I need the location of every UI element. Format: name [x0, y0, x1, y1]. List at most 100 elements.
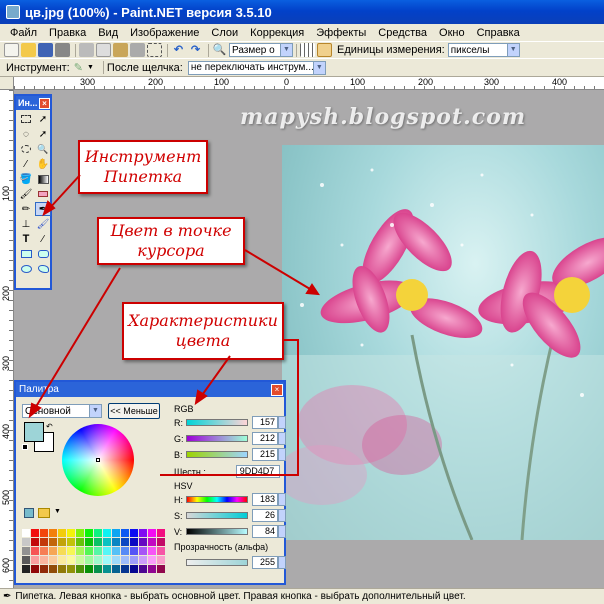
undo-icon[interactable]: ↶ — [171, 43, 186, 57]
deselect-icon[interactable] — [147, 43, 162, 57]
color-swatch[interactable] — [94, 556, 102, 564]
color-swatch[interactable] — [22, 538, 30, 546]
ellipse-icon[interactable] — [18, 262, 34, 276]
color-swatch[interactable] — [121, 538, 129, 546]
color-swatch[interactable] — [94, 547, 102, 555]
b-input[interactable]: 215 — [252, 448, 278, 461]
color-swatch[interactable] — [31, 565, 39, 573]
menu-file[interactable]: Файл — [4, 27, 43, 39]
color-swatch[interactable] — [58, 538, 66, 546]
r-input[interactable]: 157 — [252, 416, 278, 429]
color-swatch[interactable] — [121, 556, 129, 564]
eraser-icon[interactable] — [35, 187, 51, 201]
color-swatch[interactable] — [148, 556, 156, 564]
close-icon[interactable]: × — [39, 97, 50, 109]
menu-window[interactable]: Окно — [433, 27, 471, 39]
color-swatch[interactable] — [58, 565, 66, 573]
color-swatch[interactable] — [112, 556, 120, 564]
color-wheel-cursor[interactable] — [96, 458, 100, 462]
rulers-icon[interactable] — [317, 43, 332, 57]
zoom-icon[interactable]: 🔍 — [212, 43, 227, 57]
color-swatch[interactable] — [121, 565, 129, 573]
alpha-slider[interactable] — [186, 559, 248, 566]
color-swatch[interactable] — [85, 529, 93, 537]
color-swatch[interactable] — [40, 547, 48, 555]
crop-icon[interactable] — [130, 43, 145, 57]
menu-view[interactable]: Вид — [92, 27, 124, 39]
ellipse-select-icon[interactable] — [18, 142, 34, 156]
color-swatch[interactable] — [58, 529, 66, 537]
cut-icon[interactable] — [79, 43, 94, 57]
clone-stamp-icon[interactable]: ⊥ — [18, 217, 34, 231]
color-swatch[interactable] — [31, 529, 39, 537]
freeform-shape-icon[interactable] — [35, 262, 51, 276]
color-swatch[interactable] — [148, 547, 156, 555]
paint-bucket-icon[interactable]: 🪣 — [18, 172, 34, 186]
v-slider[interactable] — [186, 528, 248, 535]
g-slider[interactable] — [186, 435, 248, 442]
alpha-spinner[interactable] — [278, 556, 286, 569]
chevron-down-icon[interactable]: ▼ — [312, 61, 325, 74]
color-swatch[interactable] — [49, 556, 57, 564]
color-swatch[interactable] — [94, 565, 102, 573]
color-swatch[interactable] — [139, 556, 147, 564]
color-swatch[interactable] — [22, 556, 30, 564]
palette-menu-icon[interactable] — [38, 508, 50, 518]
color-swatch[interactable] — [49, 565, 57, 573]
new-icon[interactable] — [4, 43, 19, 57]
color-swatch[interactable] — [76, 538, 84, 546]
color-swatch-grid[interactable] — [22, 529, 165, 573]
paintbrush-icon[interactable]: 🖌 — [18, 187, 34, 201]
tools-window-titlebar[interactable]: Ин... × — [16, 96, 50, 110]
color-swatch[interactable] — [103, 547, 111, 555]
chevron-down-icon[interactable]: ▼ — [87, 64, 94, 71]
color-picker-icon[interactable]: ✒ — [35, 202, 51, 216]
color-swatch[interactable] — [85, 556, 93, 564]
color-swatch[interactable] — [103, 529, 111, 537]
chevron-down-icon[interactable]: ▼ — [280, 44, 292, 56]
move-selection-icon[interactable]: ➚ — [35, 112, 51, 126]
color-swatch[interactable] — [157, 529, 165, 537]
color-swatch[interactable] — [31, 547, 39, 555]
chevron-down-icon[interactable]: ▼ — [89, 405, 101, 417]
color-swatch[interactable] — [103, 565, 111, 573]
units-combo[interactable]: пикселы ▼ — [447, 43, 520, 57]
menu-adjustments[interactable]: Коррекция — [244, 27, 310, 39]
after-click-combo[interactable]: не переключать инструм... ▼ — [187, 60, 326, 75]
hex-input[interactable]: 9DD4D7 — [236, 465, 280, 478]
color-swatch[interactable] — [130, 529, 138, 537]
menu-utilities[interactable]: Средства — [372, 27, 433, 39]
paste-icon[interactable] — [113, 43, 128, 57]
alpha-input[interactable]: 255 — [252, 556, 278, 569]
s-input[interactable]: 26 — [252, 509, 278, 522]
grid-icon[interactable] — [300, 43, 315, 57]
color-swatch[interactable] — [130, 556, 138, 564]
swap-colors-icon[interactable]: ↶ — [46, 422, 53, 431]
color-swatch[interactable] — [121, 529, 129, 537]
add-to-palette-icon[interactable] — [24, 508, 34, 518]
color-swatch[interactable] — [94, 529, 102, 537]
h-input[interactable]: 183 — [252, 493, 278, 506]
color-swatch[interactable] — [157, 565, 165, 573]
r-spinner[interactable] — [278, 416, 286, 429]
magic-wand-icon[interactable]: ⁄ — [18, 157, 34, 171]
rectangle-select-icon[interactable] — [18, 112, 34, 126]
color-swatch[interactable] — [67, 565, 75, 573]
color-swatch[interactable] — [121, 547, 129, 555]
color-swatch[interactable] — [22, 565, 30, 573]
color-swatch[interactable] — [130, 538, 138, 546]
color-swatch[interactable] — [94, 538, 102, 546]
color-swatch[interactable] — [148, 538, 156, 546]
menu-layers[interactable]: Слои — [205, 27, 244, 39]
text-icon[interactable]: T — [18, 232, 34, 246]
color-swatch[interactable] — [76, 547, 84, 555]
color-swatch[interactable] — [67, 538, 75, 546]
color-swatch[interactable] — [31, 556, 39, 564]
move-selected-icon[interactable]: ➚ — [35, 127, 51, 141]
color-swatch[interactable] — [40, 556, 48, 564]
color-swatch[interactable] — [157, 538, 165, 546]
color-swatch[interactable] — [148, 529, 156, 537]
open-icon[interactable] — [21, 43, 36, 57]
chevron-down-icon[interactable]: ▼ — [54, 508, 61, 515]
save-icon[interactable] — [38, 43, 53, 57]
